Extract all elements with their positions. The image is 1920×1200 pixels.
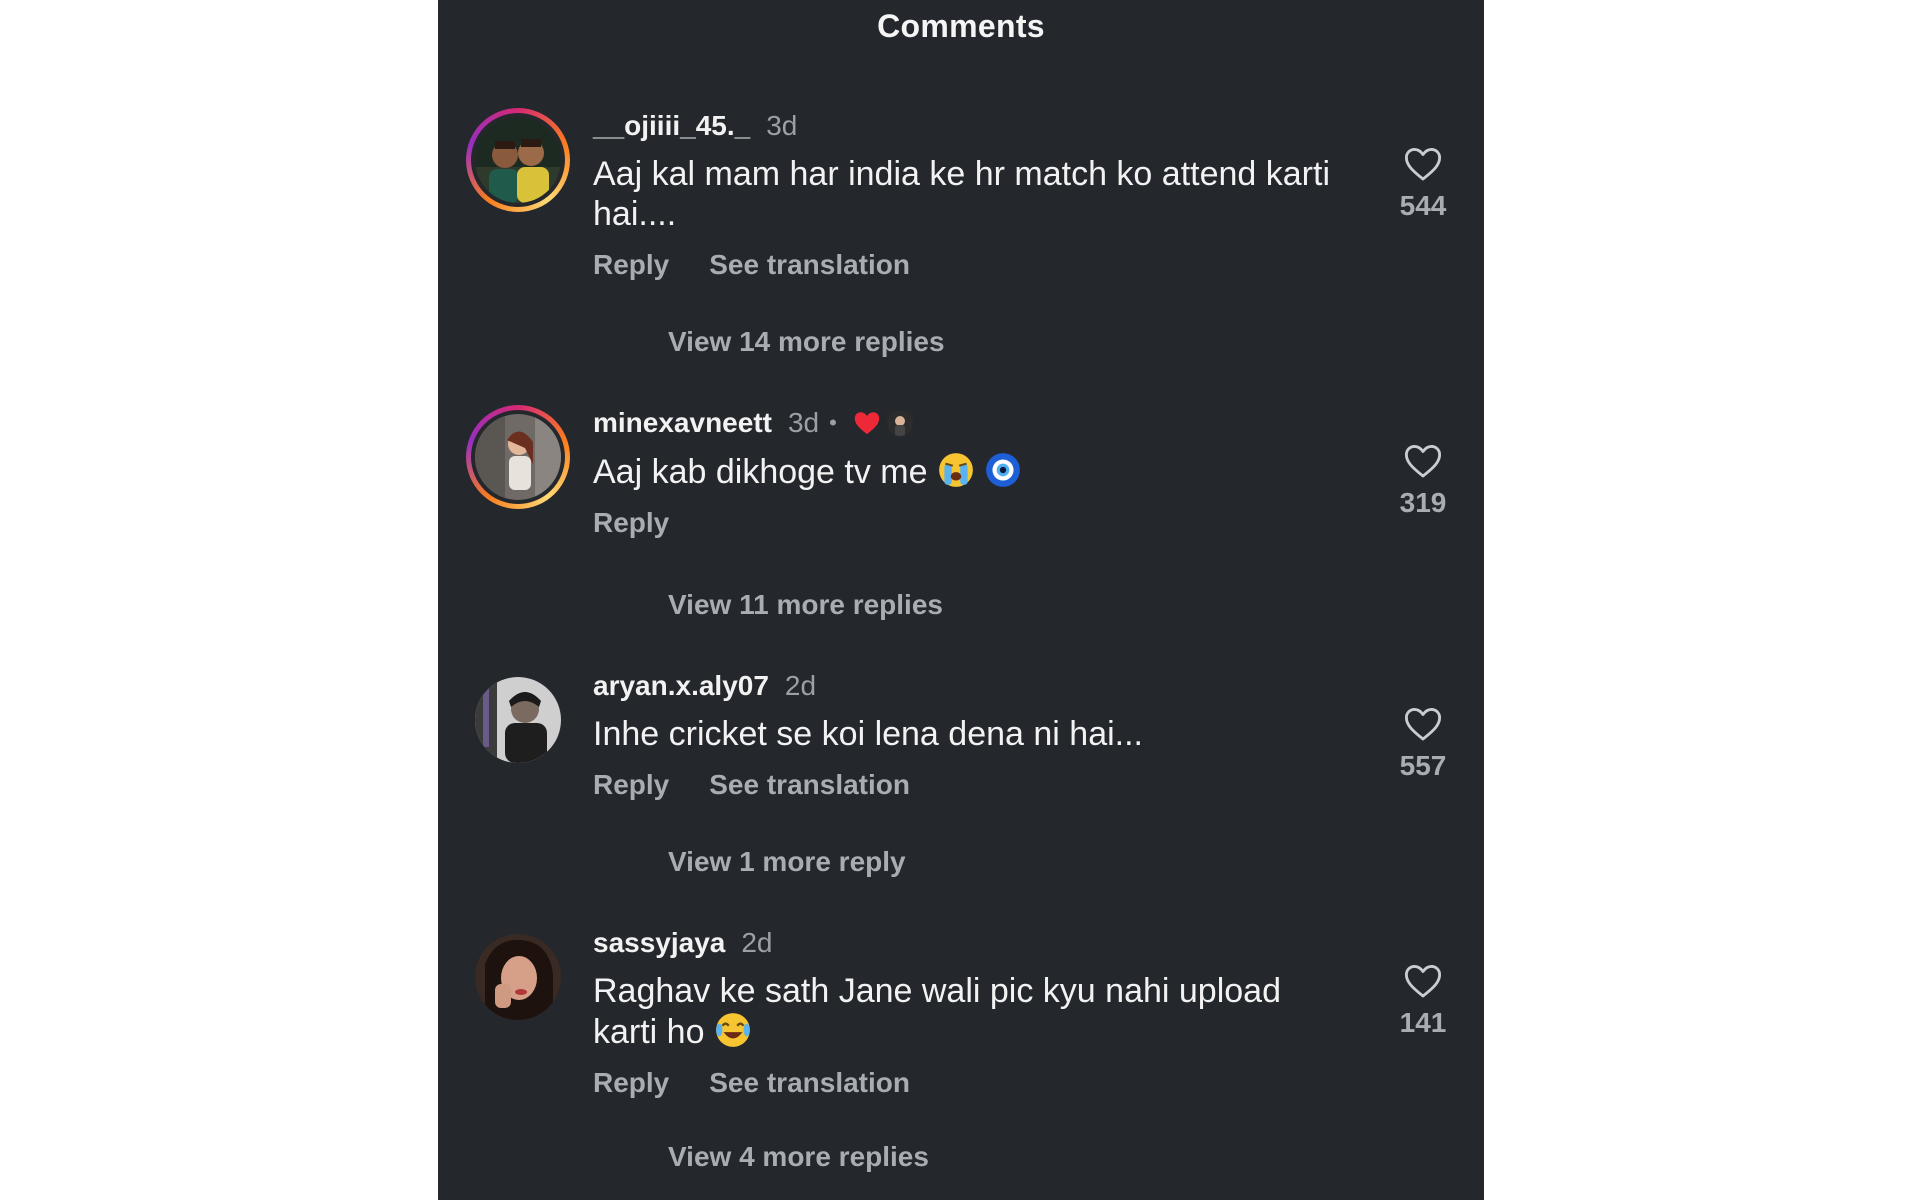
heart-outline-icon[interactable]	[1404, 963, 1442, 999]
view-more-replies-button[interactable]: View 4 more replies	[668, 1140, 929, 1174]
like-group: 141	[1378, 963, 1468, 1039]
reply-button[interactable]: Reply	[593, 248, 669, 282]
creator-avatar	[886, 410, 913, 436]
nazar-amulet-emoji	[986, 453, 1021, 487]
heart-outline-icon[interactable]	[1404, 146, 1442, 182]
creator-liked-badge	[853, 410, 913, 436]
page-title: Comments	[877, 8, 1045, 44]
comment-username[interactable]: aryan.x.aly07	[593, 668, 769, 704]
comment-time: 3d	[766, 110, 798, 141]
view-more-replies-button[interactable]: View 14 more replies	[668, 325, 945, 359]
comment-text: Aaj kab dikhoge tv me	[593, 451, 1353, 492]
comment-username[interactable]: minexavneett	[593, 405, 772, 441]
comment-time: 3d	[787, 407, 820, 438]
reply-button[interactable]: Reply	[593, 506, 669, 540]
view-more-replies-button[interactable]: View 11 more replies	[668, 588, 943, 622]
like-count: 141	[1399, 1007, 1447, 1038]
avatar[interactable]	[466, 668, 570, 772]
like-group: 319	[1378, 443, 1468, 519]
comment-text-content: Raghav ke sath Jane wali pic kyu nahi up…	[593, 972, 1281, 1051]
comment-time: 2d	[784, 670, 817, 701]
heart-outline-icon[interactable]	[1404, 706, 1442, 742]
separator-dot: •	[829, 410, 837, 435]
reply-button[interactable]: Reply	[593, 768, 669, 802]
like-group: 544	[1378, 146, 1468, 222]
see-translation-button[interactable]: See translation	[709, 248, 910, 282]
comment-text: Inhe cricket se koi lena dena ni hai...	[593, 715, 1143, 753]
comment-time: 2d	[741, 927, 773, 958]
see-translation-button[interactable]: See translation	[709, 768, 910, 802]
reply-button[interactable]: Reply	[593, 1066, 669, 1100]
like-count: 557	[1399, 750, 1447, 781]
heart-outline-icon[interactable]	[1404, 443, 1442, 479]
red-heart-icon	[854, 412, 880, 435]
face-with-tears-of-joy-emoji	[716, 1013, 750, 1047]
comment-text: Raghav ke sath Jane wali pic kyu nahi up…	[593, 971, 1353, 1052]
avatar[interactable]	[466, 108, 570, 212]
see-translation-button[interactable]: See translation	[709, 1066, 910, 1100]
comment-text: Aaj kal mam har india ke hr match ko att…	[593, 155, 1330, 233]
avatar[interactable]	[466, 405, 570, 509]
loudly-crying-face-emoji	[939, 453, 973, 487]
like-count: 319	[1399, 487, 1447, 518]
like-count: 544	[1399, 190, 1447, 221]
like-group: 557	[1378, 706, 1468, 782]
comment-username[interactable]: sassyjaya	[593, 925, 725, 961]
comments-panel: Comments __ojiiii_45._ 3d Aaj kal mam ha…	[438, 0, 1484, 1200]
comment-text-content: Aaj kab dikhoge tv me	[593, 453, 928, 491]
comment-username[interactable]: __ojiiii_45._	[593, 108, 750, 144]
avatar[interactable]	[466, 925, 570, 1029]
view-more-replies-button[interactable]: View 1 more reply	[668, 845, 906, 879]
